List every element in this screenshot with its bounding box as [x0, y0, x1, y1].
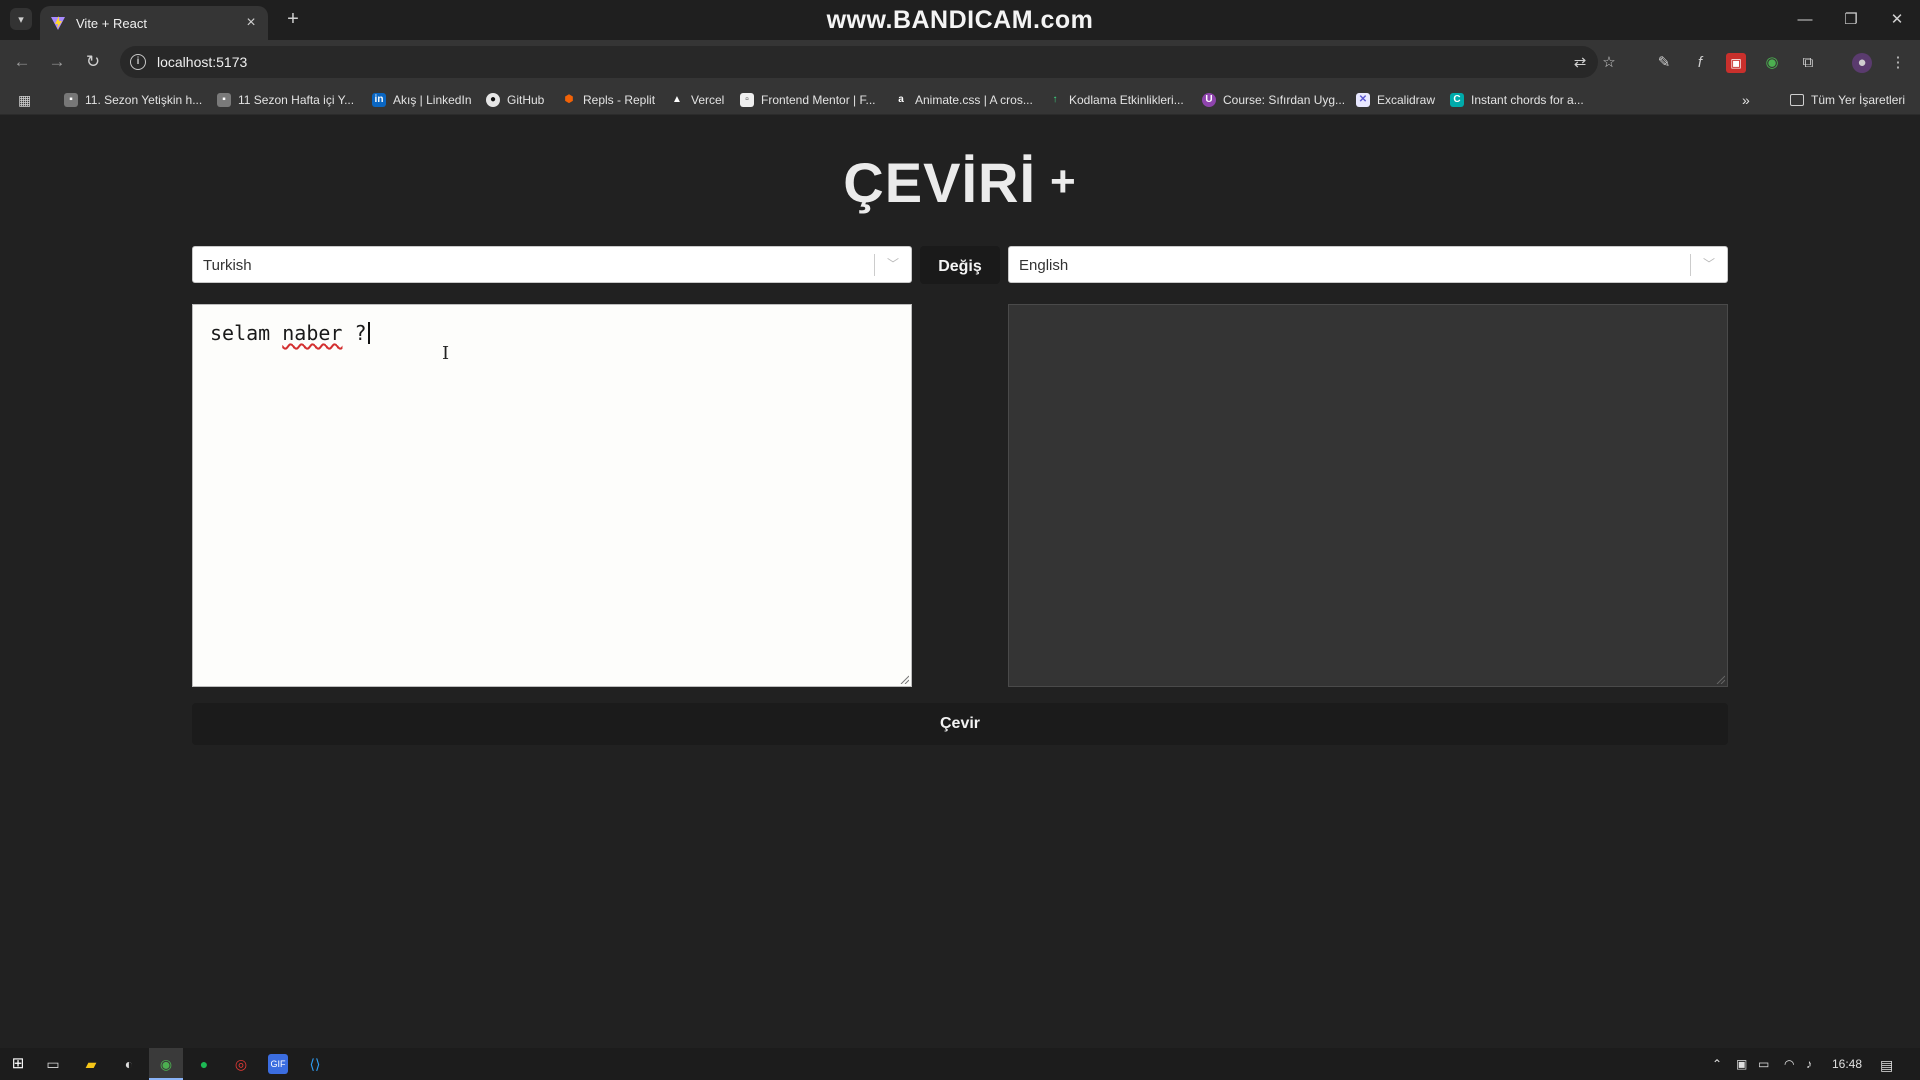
windows-start-icon[interactable]: ⊞ [8, 1054, 28, 1074]
linkedin-icon: in [372, 93, 386, 107]
screenshot-extension-icon[interactable]: ▣ [1726, 53, 1746, 73]
tray-device-icon[interactable]: ▣ [1736, 1057, 1747, 1071]
app-title-plus: + [1050, 157, 1077, 206]
color-picker-extension-icon[interactable]: ✎ [1654, 53, 1674, 73]
bookmarks-bar: ▦ ▪ 11. Sezon Yetişkin h... ▪ 11 Sezon Haf… [0, 84, 1920, 115]
chords-icon: C [1450, 93, 1464, 107]
bookmark-item[interactable]: U Course: Sıfırdan Uyg... [1202, 91, 1345, 109]
close-window-button[interactable]: ✕ [1884, 8, 1910, 32]
recorder-watermark: www.BANDICAM.com [826, 6, 1094, 34]
reload-button[interactable]: ↻ [81, 50, 105, 74]
swap-languages-button[interactable]: Değiş [920, 246, 1000, 284]
clock-time[interactable]: 16:48 [1832, 1057, 1862, 1071]
target-language-select[interactable]: English ﹀ [1008, 246, 1728, 283]
vercel-icon: ▲ [672, 94, 682, 105]
resize-grip-icon[interactable] [899, 674, 909, 684]
translated-text-output [1008, 304, 1728, 687]
profile-avatar[interactable]: ● [1852, 53, 1872, 73]
forward-button[interactable]: → [45, 50, 69, 74]
gif-app-icon[interactable]: GIF [268, 1054, 288, 1074]
restore-button[interactable]: ❐ [1838, 8, 1864, 32]
minimize-button[interactable]: — [1792, 8, 1818, 32]
chevron-down-icon[interactable]: ﹀ [1701, 255, 1717, 273]
text-caret [367, 322, 370, 344]
bookmark-item[interactable]: ↑ Kodlama Etkinlikleri... [1048, 91, 1184, 109]
bookmark-item[interactable]: ▪ 11 Sezon Hafta içi Y... [217, 91, 354, 109]
notifications-icon[interactable]: ▤ [1880, 1057, 1893, 1074]
select-separator [1690, 254, 1691, 276]
frontend-mentor-icon: ▫ [740, 93, 754, 107]
misspelled-word: naber [282, 321, 343, 345]
app-title-text: ÇEVİRİ [843, 151, 1036, 214]
translator-page: ÇEVİRİ + Turkish ﹀ Değiş English ﹀ selam … [0, 115, 1920, 1048]
menu-kebab-icon[interactable]: ⋮ [1888, 53, 1908, 73]
wifi-icon[interactable]: ◠ [1784, 1057, 1794, 1071]
volume-icon[interactable]: ♪ [1806, 1057, 1812, 1071]
font-extension-icon[interactable]: f [1690, 53, 1710, 73]
browser-tabstrip: ▾ Vite + React × + www.BANDICAM.com — ❐ … [0, 0, 1920, 40]
github-icon: ● [486, 93, 500, 107]
site-info-icon[interactable]: i [130, 54, 146, 70]
bookmark-item[interactable]: ▲ Vercel [670, 91, 724, 109]
address-bar[interactable]: i localhost:5173 ⇄ ☆ [120, 46, 1616, 78]
file-explorer-icon[interactable]: ▰ [81, 1054, 101, 1074]
translate-page-icon[interactable]: ⇄ [1571, 54, 1589, 72]
bookmark-item[interactable]: ▫ Frontend Mentor | F... [740, 91, 876, 109]
browser-alt-icon[interactable]: ◐ [119, 1054, 139, 1074]
source-language-value: Turkish [203, 257, 252, 274]
bookmark-item[interactable]: ● GitHub [486, 91, 544, 109]
bookmark-item[interactable]: C Instant chords for a... [1450, 91, 1584, 109]
select-separator [874, 254, 875, 276]
excalidraw-icon: ✕ [1356, 93, 1370, 107]
bookmark-item[interactable]: ▪ 11. Sezon Yetişkin h... [64, 91, 202, 109]
animate-css-icon: a [898, 94, 904, 105]
translate-button[interactable]: Çevir [192, 703, 1728, 745]
chrome-icon[interactable]: ◉ [156, 1054, 176, 1074]
bookmark-item[interactable]: a Animate.css | A cros... [894, 91, 1033, 109]
source-language-select[interactable]: Turkish ﹀ [192, 246, 912, 283]
extensions-puzzle-icon[interactable]: ⧉ [1798, 53, 1818, 73]
address-url[interactable]: localhost:5173 [157, 54, 247, 70]
all-bookmarks-folder[interactable]: Tüm Yer İşaretleri [1790, 91, 1905, 109]
mouse-ibeam-cursor-icon: I [442, 343, 450, 364]
apps-grid-icon[interactable]: ▦ [18, 91, 31, 109]
bookmark-item[interactable]: ✕ Excalidraw [1356, 91, 1435, 109]
bandicam-icon[interactable]: ◎ [231, 1054, 251, 1074]
target-language-value: English [1019, 257, 1069, 274]
back-button[interactable]: ← [10, 50, 34, 74]
more-bookmarks-icon[interactable]: » [1742, 91, 1750, 109]
green-extension-icon[interactable]: ◉ [1762, 53, 1782, 73]
code-event-icon: ↑ [1052, 94, 1058, 105]
resize-grip-icon[interactable] [1715, 674, 1725, 684]
bookmark-item[interactable]: ⬢ Repls - Replit [562, 91, 655, 109]
tray-chevron-up-icon[interactable]: ⌃ [1712, 1057, 1722, 1071]
folder-icon [1790, 94, 1804, 106]
bookmark-star-icon[interactable]: ☆ [1600, 54, 1618, 72]
image-icon: ▪ [64, 93, 78, 107]
spotify-icon[interactable]: ● [194, 1054, 214, 1074]
image-icon: ▪ [217, 93, 231, 107]
windows-taskbar: ⊞ ▭ ▰ ◐ ◉ ● ◎ GIF ⟨⟩ ⌃ ▣ ▭ ◠ ♪ 16:48 ▤ [0, 1048, 1920, 1080]
vscode-icon[interactable]: ⟨⟩ [305, 1054, 325, 1074]
browser-toolbar: ← → ↻ i localhost:5173 ⇄ ☆ ✎ f ▣ ◉ ⧉ ● ⋮ [0, 40, 1920, 84]
chevron-down-icon[interactable]: ﹀ [885, 255, 901, 273]
battery-icon[interactable]: ▭ [1758, 1057, 1769, 1071]
course-icon: U [1202, 93, 1216, 107]
source-text: selam naber ? [210, 321, 370, 345]
task-view-icon[interactable]: ▭ [43, 1054, 63, 1074]
source-text-input[interactable]: selam naber ? [192, 304, 912, 687]
bookmark-item[interactable]: in Akış | LinkedIn [372, 91, 472, 109]
app-title: ÇEVİRİ + [0, 150, 1920, 215]
replit-icon: ⬢ [564, 94, 574, 105]
